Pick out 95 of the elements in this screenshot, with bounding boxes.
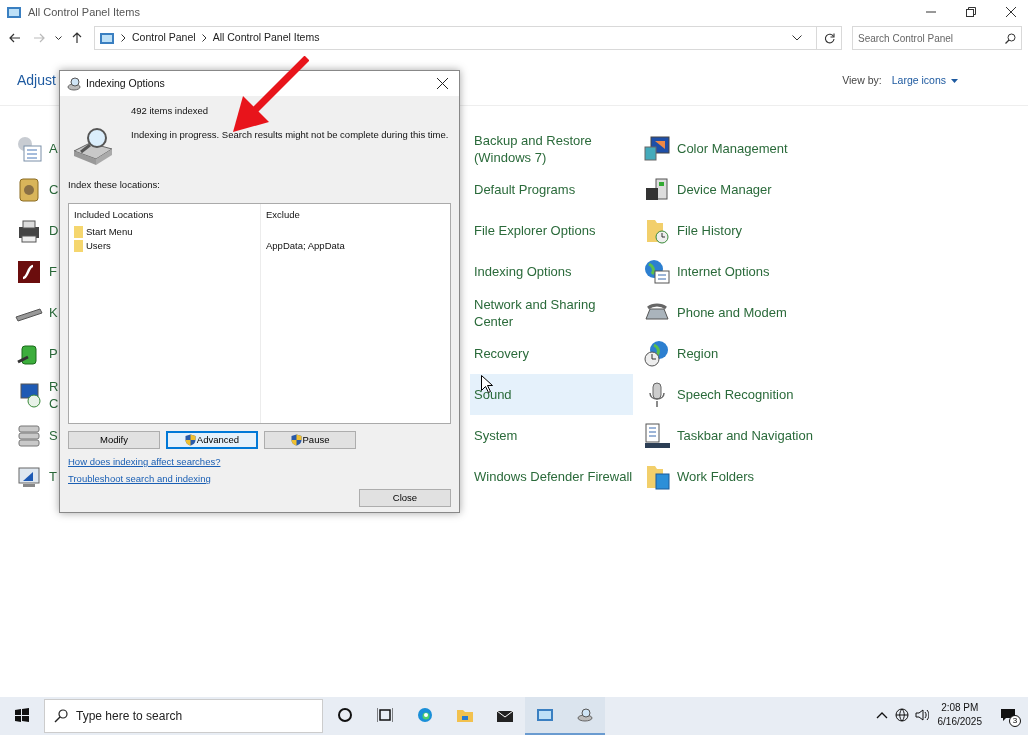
- clock-button[interactable]: 2:08 PM 6/16/2025: [937, 697, 982, 735]
- column-header: Exclude: [266, 209, 301, 221]
- applet-item[interactable]: R C: [15, 374, 59, 415]
- close-icon: [1006, 7, 1016, 17]
- applet-item[interactable]: C: [15, 169, 59, 210]
- dialog-button[interactable]: Advanced: [166, 431, 258, 449]
- indexed-count: 492 items indexed: [131, 105, 210, 117]
- applet-item[interactable]: Network and Sharing Center: [470, 292, 633, 333]
- up-arrow-icon: [71, 32, 83, 44]
- close-dialog-button[interactable]: Close: [359, 489, 451, 507]
- search-box[interactable]: Search Control Panel: [852, 26, 1022, 50]
- applet-item[interactable]: S: [15, 415, 59, 456]
- applet-item[interactable]: Device Manager: [643, 169, 1028, 210]
- refresh-icon: [823, 32, 835, 44]
- locations-label: Index these locations:: [68, 179, 161, 191]
- notification-icon: [1000, 708, 1016, 722]
- clock-time: 2:08 PM: [941, 701, 979, 715]
- applet-item[interactable]: Internet Options: [643, 251, 1028, 292]
- caret-icon: [951, 78, 958, 83]
- window-title: All Control Panel Items: [28, 4, 140, 20]
- applet-item[interactable]: Work Folders: [643, 456, 1028, 497]
- dialog-button[interactable]: Pause: [264, 431, 356, 449]
- address-field[interactable]: Control Panel All Control Panel Items: [94, 26, 817, 50]
- taskbar-checklist-icon: [643, 421, 671, 450]
- color-monitor-icon: [643, 134, 671, 163]
- folder-icon: [457, 707, 473, 723]
- restore-icon: [966, 7, 976, 17]
- exclude-entry: AppData; AppData: [266, 239, 345, 252]
- folder-icon: [74, 239, 83, 252]
- forward-arrow-icon: [33, 32, 45, 44]
- shield-icon: [184, 434, 196, 446]
- windows-logo-icon: [15, 708, 29, 722]
- clock-date: 6/16/2025: [937, 715, 982, 729]
- applet-item[interactable]: Taskbar and Navigation: [643, 415, 1028, 456]
- indexing-icon: [66, 76, 82, 91]
- chevron-right-icon: [121, 34, 126, 42]
- search-icon: [54, 709, 68, 723]
- close-icon: [436, 78, 448, 89]
- breadcrumb-item[interactable]: All Control Panel Items: [212, 30, 320, 46]
- cortana-icon: [337, 707, 353, 723]
- applet-item[interactable]: Windows Defender Firewall: [470, 456, 633, 497]
- applet-item[interactable]: T: [15, 456, 59, 497]
- applet-item[interactable]: Indexing Options: [470, 251, 633, 292]
- notification-count-badge: 3: [1009, 715, 1021, 727]
- applet-item[interactable]: System: [470, 415, 633, 456]
- dialog-button[interactable]: Modify: [68, 431, 160, 449]
- applet-item[interactable]: D: [15, 210, 59, 251]
- shield-icon: [290, 434, 302, 446]
- settings-checklist-icon: [15, 134, 43, 163]
- applet-item[interactable]: Region: [643, 333, 1028, 374]
- applet-item[interactable]: Speech Recognition: [643, 374, 1028, 415]
- view-by-label: View by:: [842, 72, 882, 88]
- breadcrumb-item[interactable]: Control Panel: [132, 30, 196, 46]
- taskbar-search-field[interactable]: Type here to search: [76, 707, 296, 725]
- location-name: Users: [86, 239, 111, 252]
- chevron-down-icon: [54, 35, 62, 41]
- view-by-dropdown[interactable]: Large icons: [891, 72, 958, 89]
- volume-icon: [914, 708, 929, 722]
- network-icon: [894, 708, 909, 722]
- applet-item[interactable]: File History: [643, 210, 1028, 251]
- folder-icon: [74, 225, 83, 238]
- chevron-down-icon: [792, 35, 802, 41]
- chevron-right-icon: [201, 34, 207, 42]
- applet-item[interactable]: P: [15, 333, 59, 374]
- applet-item[interactable]: K: [15, 292, 59, 333]
- refresh-button[interactable]: [816, 26, 842, 50]
- back-arrow-icon: [9, 32, 21, 44]
- dialog-title: Indexing Options: [86, 75, 165, 91]
- indexing-status: Indexing in progress. Search results might not be complete during this time.: [131, 129, 449, 141]
- page-heading: Adjust: [17, 71, 56, 90]
- browser-icon: [417, 707, 433, 723]
- applet-item[interactable]: A: [15, 128, 59, 169]
- search-icon: [1005, 32, 1016, 44]
- applet-item[interactable]: Phone and Modem: [643, 292, 1028, 333]
- notifications-button[interactable]: 3: [988, 697, 1028, 735]
- applet-item[interactable]: Recovery: [470, 333, 633, 374]
- taskbar-search-box[interactable]: Type here to search: [44, 699, 323, 733]
- applet-item[interactable]: Sound: [470, 374, 633, 415]
- globe-clock-icon: [643, 339, 671, 368]
- location-name: Start Menu: [86, 225, 133, 238]
- drive-magnifier-icon: [71, 125, 115, 165]
- control-panel-icon: [99, 31, 115, 45]
- globe-checklist-icon: [643, 257, 671, 286]
- column-header: Included Locations: [74, 209, 155, 221]
- indexing-icon: [577, 707, 593, 723]
- control-panel-icon: [537, 707, 553, 723]
- help-link[interactable]: How does indexing affect searches?: [68, 456, 221, 468]
- help-link[interactable]: Troubleshoot search and indexing: [68, 473, 211, 485]
- applet-item[interactable]: Color Management: [643, 128, 1028, 169]
- applet-item[interactable]: Backup and Restore (Windows 7): [470, 128, 633, 169]
- applet-item[interactable]: Default Programs: [470, 169, 633, 210]
- applet-item[interactable]: File Explorer Options: [470, 210, 633, 251]
- applet-item[interactable]: F: [15, 251, 59, 292]
- control-panel-icon: [6, 4, 22, 20]
- task-view-icon: [377, 707, 393, 723]
